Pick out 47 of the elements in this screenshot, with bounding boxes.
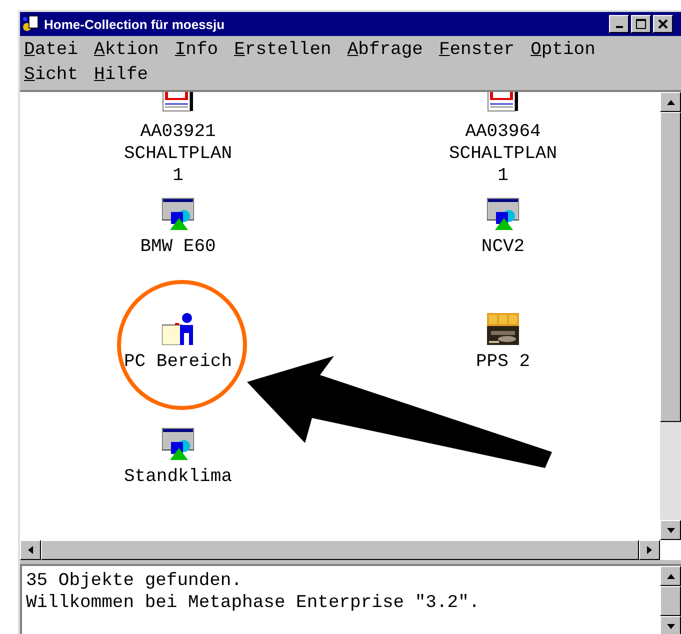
up-arrow-icon [666, 98, 676, 106]
minimize-icon [616, 26, 622, 28]
object-label[interactable]: NCV2 [481, 236, 525, 258]
close-icon [658, 19, 668, 29]
minimize-button[interactable] [609, 15, 629, 33]
scrollbar-corner [660, 540, 681, 560]
down-arrow-icon [666, 622, 676, 630]
menu-item[interactable]: Sicht [24, 63, 78, 88]
window-shapes-icon [162, 428, 194, 460]
vertical-scrollbar[interactable] [660, 92, 681, 540]
menu-item[interactable]: Erstellen [234, 38, 332, 63]
menu-item[interactable]: Abfrage [347, 38, 423, 63]
object-label[interactable]: AA03964 SCHALTPLAN 1 [448, 121, 558, 187]
maximize-icon [636, 19, 646, 29]
scroll-down-button[interactable] [660, 520, 681, 540]
menu-item[interactable]: Fenster [438, 38, 515, 63]
scroll-left-button[interactable] [20, 540, 41, 560]
menu-item[interactable]: Aktion [94, 38, 159, 63]
object-label[interactable]: BMW E60 [140, 236, 216, 258]
object-label[interactable]: Standklima [124, 466, 232, 488]
scroll-up-button[interactable] [660, 92, 681, 112]
status-message: Willkommen bei Metaphase Enterprise "3.2". [26, 592, 481, 614]
object-label[interactable]: PPS 2 [476, 351, 530, 373]
menu-item[interactable]: Option [530, 38, 596, 63]
person-folder-icon [162, 313, 194, 345]
close-button[interactable] [653, 15, 673, 33]
down-arrow-icon [666, 526, 676, 534]
window-shapes-icon [162, 198, 194, 230]
scroll-right-button[interactable] [639, 540, 660, 560]
right-arrow-icon [646, 545, 653, 555]
status-message: 35 Objekte gefunden. [26, 570, 244, 592]
scroll-thumb[interactable] [660, 586, 681, 616]
menu-item[interactable]: Info [174, 38, 218, 63]
window-title: Home-Collection für moessju [44, 16, 226, 32]
window-shapes-icon [487, 198, 519, 230]
scroll-thumb[interactable] [660, 112, 681, 422]
maximize-button[interactable] [631, 15, 651, 33]
menu-item[interactable]: Datei [24, 38, 78, 63]
object-label[interactable]: AA03921 SCHALTPLAN 1 [124, 121, 232, 187]
scroll-down-button[interactable] [660, 616, 681, 634]
up-arrow-icon [666, 572, 676, 580]
object-label[interactable]: PC Bereich [124, 351, 232, 373]
vertical-scrollbar[interactable] [660, 566, 681, 634]
app-icon [22, 15, 40, 33]
scroll-up-button[interactable] [660, 566, 681, 586]
left-arrow-icon [27, 545, 34, 555]
menu-item[interactable]: Hilfe [94, 63, 148, 88]
